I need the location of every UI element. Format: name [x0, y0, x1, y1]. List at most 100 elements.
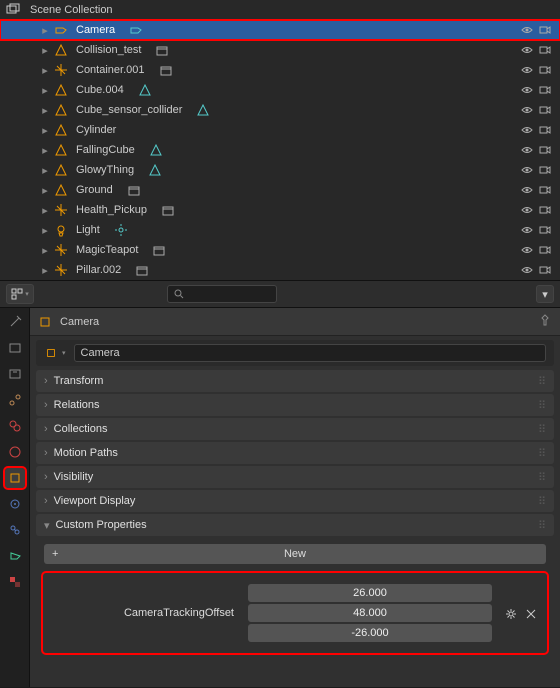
- search-input[interactable]: [167, 285, 277, 303]
- render-toggle[interactable]: [538, 123, 552, 137]
- outliner-item-fallingcube[interactable]: ▸ FallingCube: [0, 140, 560, 160]
- visibility-toggle[interactable]: [520, 223, 534, 237]
- drag-grip-icon[interactable]: ⠿: [538, 495, 546, 508]
- drag-grip-icon[interactable]: ⠿: [538, 423, 546, 436]
- filter-button[interactable]: ▾: [6, 284, 34, 304]
- triangle-icon[interactable]: [138, 83, 152, 97]
- sun-icon[interactable]: [114, 223, 128, 237]
- triangle-icon[interactable]: [196, 103, 210, 117]
- gear-icon[interactable]: [504, 607, 518, 621]
- tab-world[interactable]: [5, 442, 25, 462]
- visibility-toggle[interactable]: [520, 263, 534, 277]
- expand-arrow-icon[interactable]: ▸: [40, 85, 50, 95]
- expand-arrow-icon[interactable]: ▸: [40, 265, 50, 275]
- archive-icon[interactable]: [152, 243, 166, 257]
- expand-arrow-icon[interactable]: ▸: [40, 65, 50, 75]
- visibility-toggle[interactable]: [520, 63, 534, 77]
- expand-arrow-icon[interactable]: ▸: [40, 245, 50, 255]
- render-toggle[interactable]: [538, 43, 552, 57]
- outliner-item-collision_test[interactable]: ▸ Collision_test: [0, 40, 560, 60]
- render-toggle[interactable]: [538, 163, 552, 177]
- archive-icon[interactable]: [127, 183, 141, 197]
- drag-grip-icon[interactable]: ⠿: [538, 447, 546, 460]
- visibility-toggle[interactable]: [520, 203, 534, 217]
- render-toggle[interactable]: [538, 103, 552, 117]
- tab-texture[interactable]: [5, 572, 25, 592]
- new-property-button[interactable]: + New: [44, 544, 546, 564]
- triangle-icon[interactable]: [148, 163, 162, 177]
- drag-grip-icon[interactable]: ⠿: [538, 519, 546, 532]
- visibility-toggle[interactable]: [520, 183, 534, 197]
- property-value-y[interactable]: 48.000: [248, 604, 492, 622]
- options-dropdown[interactable]: ▾: [536, 285, 554, 303]
- outliner-item-cylinder[interactable]: ▸ Cylinder: [0, 120, 560, 140]
- outliner-item-light[interactable]: ▸ Light: [0, 220, 560, 240]
- section-relations[interactable]: › Relations ⠿: [36, 394, 554, 416]
- expand-arrow-icon[interactable]: ▸: [40, 25, 50, 35]
- outliner-item-camera[interactable]: ▸ Camera: [0, 20, 560, 40]
- render-toggle[interactable]: [538, 243, 552, 257]
- visibility-toggle[interactable]: [520, 243, 534, 257]
- object-name-input[interactable]: [74, 344, 546, 362]
- tab-render[interactable]: [5, 338, 25, 358]
- drag-grip-icon[interactable]: ⠿: [538, 399, 546, 412]
- render-toggle[interactable]: [538, 203, 552, 217]
- visibility-toggle[interactable]: [520, 43, 534, 57]
- section-collections[interactable]: › Collections ⠿: [36, 418, 554, 440]
- expand-arrow-icon[interactable]: ▸: [40, 165, 50, 175]
- render-toggle[interactable]: [538, 143, 552, 157]
- visibility-toggle[interactable]: [520, 83, 534, 97]
- render-toggle[interactable]: [538, 83, 552, 97]
- expand-arrow-icon[interactable]: ▸: [40, 45, 50, 55]
- triangle-icon[interactable]: [149, 143, 163, 157]
- drag-grip-icon[interactable]: ⠿: [538, 375, 546, 388]
- expand-arrow-icon[interactable]: ▸: [40, 185, 50, 195]
- archive-icon[interactable]: [155, 43, 169, 57]
- pin-icon[interactable]: [538, 313, 552, 330]
- tab-data[interactable]: [5, 546, 25, 566]
- tab-viewlayer[interactable]: [5, 390, 25, 410]
- outliner-item-ground[interactable]: ▸ Ground: [0, 180, 560, 200]
- render-toggle[interactable]: [538, 183, 552, 197]
- outliner-item-health_pickup[interactable]: ▸ Health_Pickup: [0, 200, 560, 220]
- outliner-item-container-001[interactable]: ▸ Container.001: [0, 60, 560, 80]
- expand-arrow-icon[interactable]: ▸: [40, 225, 50, 235]
- tab-object[interactable]: [5, 468, 25, 488]
- visibility-toggle[interactable]: [520, 143, 534, 157]
- visibility-toggle[interactable]: [520, 123, 534, 137]
- tab-modifiers[interactable]: [5, 494, 25, 514]
- outliner-item-glowything[interactable]: ▸ GlowyThing: [0, 160, 560, 180]
- visibility-toggle[interactable]: [520, 23, 534, 37]
- expand-arrow-icon[interactable]: ▸: [40, 105, 50, 115]
- render-toggle[interactable]: [538, 263, 552, 277]
- tab-output[interactable]: [5, 364, 25, 384]
- archive-icon[interactable]: [159, 63, 173, 77]
- render-toggle[interactable]: [538, 223, 552, 237]
- expand-arrow-icon[interactable]: ▸: [40, 205, 50, 215]
- outliner-item-cube-004[interactable]: ▸ Cube.004: [0, 80, 560, 100]
- outliner-item-magicteapot[interactable]: ▸ MagicTeapot: [0, 240, 560, 260]
- close-icon[interactable]: [524, 607, 538, 621]
- render-toggle[interactable]: [538, 63, 552, 77]
- tab-constraints[interactable]: [5, 520, 25, 540]
- property-value-z[interactable]: -26.000: [248, 624, 492, 642]
- scene-collection-row[interactable]: Scene Collection: [0, 0, 560, 20]
- archive-icon[interactable]: [161, 203, 175, 217]
- visibility-toggle[interactable]: [520, 163, 534, 177]
- property-value-x[interactable]: 26.000: [248, 584, 492, 602]
- section-custom-properties[interactable]: ▾ Custom Properties ⠿: [36, 514, 554, 536]
- outliner-item-pillar-002[interactable]: ▸ Pillar.002: [0, 260, 560, 280]
- render-toggle[interactable]: [538, 23, 552, 37]
- archive-icon[interactable]: [135, 263, 149, 277]
- outliner-item-cube_sensor_collider[interactable]: ▸ Cube_sensor_collider: [0, 100, 560, 120]
- camera-data-icon[interactable]: [129, 23, 143, 37]
- section-visibility[interactable]: › Visibility ⠿: [36, 466, 554, 488]
- section-transform[interactable]: › Transform ⠿: [36, 370, 554, 392]
- drag-grip-icon[interactable]: ⠿: [538, 471, 546, 484]
- expand-arrow-icon[interactable]: ▸: [40, 145, 50, 155]
- visibility-toggle[interactable]: [520, 103, 534, 117]
- tab-tool[interactable]: [5, 312, 25, 332]
- expand-arrow-icon[interactable]: ▸: [40, 125, 50, 135]
- section-motion-paths[interactable]: › Motion Paths ⠿: [36, 442, 554, 464]
- section-viewport-display[interactable]: › Viewport Display ⠿: [36, 490, 554, 512]
